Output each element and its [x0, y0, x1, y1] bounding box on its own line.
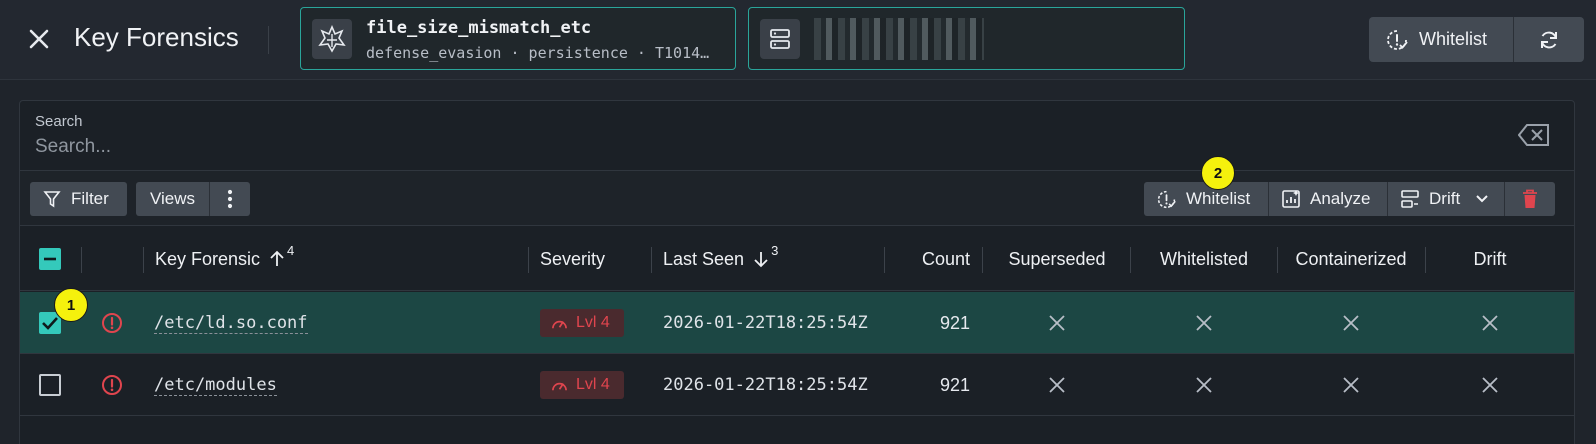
drift-false-icon	[1425, 354, 1555, 416]
col-last-seen[interactable]: Last Seen 3	[663, 227, 778, 291]
filter-button[interactable]: Filter	[30, 182, 127, 216]
analyze-icon	[1282, 190, 1300, 208]
drift-label: Drift	[1429, 189, 1461, 208]
refresh-icon	[1541, 31, 1557, 48]
select-all-checkbox[interactable]	[39, 248, 61, 270]
col-separator	[143, 247, 144, 273]
forensic-path[interactable]: /etc/modules	[154, 375, 277, 396]
severity-level: Lvl 4	[576, 376, 610, 393]
alert-icon	[101, 354, 123, 416]
annotation-marker-1: 1	[54, 288, 88, 322]
rule-tactics: defense_evasion · persistence · T1014…	[366, 44, 710, 62]
delete-button[interactable]	[1505, 182, 1555, 216]
last-seen-value: 2026-01-22T18:25:54Z	[663, 313, 868, 333]
annotation-marker-2: 2	[1201, 156, 1235, 190]
col-separator	[81, 247, 82, 273]
sort-order-last-seen: 3	[771, 242, 779, 258]
rule-logo-icon	[312, 19, 352, 59]
filter-icon	[43, 191, 61, 208]
severity-level: Lvl 4	[576, 314, 610, 331]
table-header: Key Forensic 4 Severity Last Seen 3 Coun…	[20, 227, 1574, 291]
toolbar: Filter Views Whitelist Analyze Drift	[20, 170, 1574, 226]
whitelisted-false-icon	[1130, 354, 1278, 416]
whitelist-icon	[1387, 29, 1408, 50]
forensics-panel: Search Filter Views	[19, 100, 1575, 444]
redacted-hostname	[814, 18, 984, 60]
whitelist-button[interactable]: Whitelist	[1144, 182, 1269, 216]
header-whitelist-button[interactable]: Whitelist	[1369, 17, 1514, 62]
analyze-button[interactable]: Analyze	[1269, 182, 1388, 216]
search-label: Search	[35, 113, 83, 130]
rule-name: file_size_mismatch_etc	[366, 18, 592, 38]
table-row[interactable]: /etc/ld.so.conf Lvl 4 2026-01-22T18:25:5…	[20, 292, 1574, 354]
trash-icon	[1523, 189, 1537, 208]
more-options-button[interactable]	[210, 182, 250, 216]
col-separator	[528, 247, 529, 273]
indeterminate-icon	[44, 257, 56, 261]
whitelist-icon	[1157, 190, 1176, 208]
col-key-forensic[interactable]: Key Forensic 4	[155, 227, 294, 291]
col-drift[interactable]: Drift	[1425, 227, 1555, 291]
superseded-false-icon	[982, 292, 1132, 354]
server-icon	[760, 19, 800, 59]
filter-label: Filter	[71, 189, 109, 208]
whitelisted-false-icon	[1130, 292, 1278, 354]
kebab-menu-icon	[227, 189, 233, 209]
gauge-icon	[552, 382, 567, 390]
forensic-path[interactable]: /etc/ld.so.conf	[154, 313, 308, 334]
search-input[interactable]	[35, 134, 1435, 160]
host-card[interactable]	[748, 7, 1185, 70]
col-last-seen-label: Last Seen	[663, 248, 745, 269]
col-count[interactable]: Count	[900, 227, 970, 291]
col-key-forensic-label: Key Forensic	[155, 248, 261, 269]
containerized-false-icon	[1277, 292, 1425, 354]
col-containerized[interactable]: Containerized	[1277, 227, 1425, 291]
last-seen-value: 2026-01-22T18:25:54Z	[663, 375, 868, 395]
drift-false-icon	[1425, 292, 1555, 354]
page-title: Key Forensics	[74, 22, 239, 52]
col-separator	[884, 247, 885, 273]
header-divider	[268, 26, 269, 54]
col-whitelisted[interactable]: Whitelisted	[1130, 227, 1278, 291]
alert-icon	[101, 292, 123, 354]
drift-dropdown-button[interactable]: Drift	[1388, 182, 1505, 216]
refresh-button[interactable]	[1514, 17, 1584, 62]
bulk-actions: Whitelist Analyze Drift	[1144, 182, 1555, 216]
clear-search-icon[interactable]	[1518, 123, 1550, 147]
sort-asc-icon	[270, 250, 284, 266]
severity-badge: Lvl 4	[540, 309, 624, 337]
close-icon[interactable]	[26, 26, 52, 52]
col-separator	[651, 247, 652, 273]
gauge-icon	[552, 320, 567, 328]
superseded-false-icon	[982, 354, 1132, 416]
col-severity[interactable]: Severity	[540, 227, 605, 291]
sort-order-key-forensic: 4	[287, 242, 295, 258]
whitelist-label: Whitelist	[1186, 189, 1251, 208]
views-group: Views	[136, 182, 250, 216]
count-value: 921	[939, 374, 970, 395]
app-header: Key Forensics file_size_mismatch_etc def…	[0, 0, 1596, 80]
table-row[interactable]: /etc/modules Lvl 4 2026-01-22T18:25:54Z …	[20, 354, 1574, 416]
drift-icon	[1401, 190, 1419, 208]
containerized-false-icon	[1277, 354, 1425, 416]
rule-card[interactable]: file_size_mismatch_etc defense_evasion ·…	[300, 7, 736, 70]
chevron-down-icon	[1476, 195, 1488, 203]
header-actions: Whitelist	[1369, 17, 1584, 62]
row-checkbox[interactable]	[39, 374, 61, 396]
sort-desc-icon	[754, 252, 768, 268]
col-superseded[interactable]: Superseded	[982, 227, 1132, 291]
severity-badge: Lvl 4	[540, 371, 624, 399]
count-value: 921	[939, 312, 970, 333]
analyze-label: Analyze	[1310, 189, 1371, 208]
views-button[interactable]: Views	[136, 182, 210, 216]
header-whitelist-label: Whitelist	[1419, 29, 1488, 49]
